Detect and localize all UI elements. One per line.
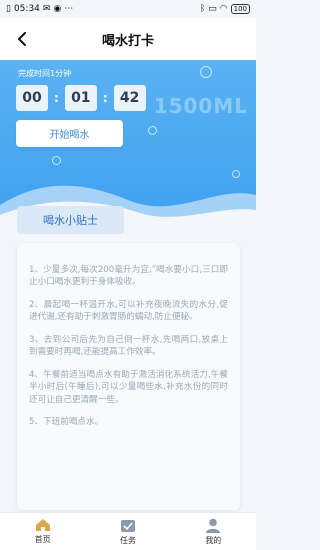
bubble-decoration — [148, 126, 157, 135]
notification-icon: ✉ — [42, 4, 51, 14]
start-drinking-button[interactable]: 开始喝水 — [16, 120, 123, 147]
bubble-decoration — [52, 156, 61, 165]
back-button[interactable] — [12, 29, 32, 49]
tip-item: 3、去到公司后先为自己倒一杯水,先喝两口,放桌上到需要时再喝,还能提高工作效率。 — [29, 334, 228, 358]
bluetooth-icon: ᛒ — [199, 4, 206, 14]
timer-separator: : — [102, 91, 108, 105]
tab-profile[interactable]: 我的 — [183, 518, 243, 546]
app-icon: ◉ — [53, 4, 62, 14]
timer-separator: : — [54, 91, 59, 105]
status-bar: ▯ 05:34 ✉ ◉ ⋯ ᛒ ▭ ◠ 100 — [0, 0, 256, 18]
timer-label: 完成时间1分钟 — [18, 69, 72, 78]
tab-home[interactable]: 首页 — [13, 518, 73, 545]
back-arrow-icon — [18, 32, 26, 46]
task-icon — [120, 519, 135, 532]
tips-card: 1、少量多次,每次200毫升为宜,”喝水要小口,三口即止小口喝水更利于身体吸收。… — [17, 243, 240, 510]
user-icon — [206, 518, 221, 533]
status-extras: ⋯ — [64, 4, 74, 14]
status-time: 05:34 — [13, 4, 40, 14]
bottom-tab-bar: 首页 任务 我的 — [0, 512, 256, 550]
tip-item: 4、午餐前适当喝点水有助于激活消化系统活力,午餐半小时后(午睡后),可以少量喝些… — [29, 369, 228, 405]
page-title: 喝水打卡 — [101, 33, 154, 49]
timer-hours: 00 — [16, 85, 48, 111]
sim-icon: ▯ — [6, 4, 11, 14]
vibrate-icon: ▭ — [208, 4, 217, 14]
hero-panel: 完成时间1分钟 00 : 01 : 42 1500ML 开始喝水 — [0, 60, 256, 230]
wifi-icon: ◠ — [219, 4, 228, 14]
tab-tasks[interactable]: 任务 — [98, 518, 158, 546]
home-icon — [35, 519, 50, 531]
tab-home-label: 首页 — [34, 535, 51, 544]
tip-item: 2、晨起喝一杯温开水,可以补充夜晚流失的水分,促进代谢,还有助于刺激胃肠的蠕动,… — [29, 299, 228, 323]
tab-tasks-label: 任务 — [119, 535, 136, 545]
timer-minutes: 01 — [64, 85, 97, 111]
tab-profile-label: 我的 — [205, 535, 222, 545]
tip-item: 1、少量多次,每次200毫升为宜,”喝水要小口,三口即止小口喝水更利于身体吸收。 — [29, 264, 228, 288]
water-capacity: 1500ML — [153, 94, 248, 118]
timer-seconds: 42 — [113, 85, 146, 111]
tips-tag: 喝水小贴士 — [17, 206, 124, 234]
tip-item: 5、下班前喝点水。 — [29, 417, 104, 428]
title-bar: 喝水打卡 — [0, 18, 256, 60]
countdown-timer: 00 : 01 : 42 — [16, 85, 146, 111]
battery-indicator: 100 — [230, 4, 250, 14]
bubble-decoration — [200, 66, 212, 78]
